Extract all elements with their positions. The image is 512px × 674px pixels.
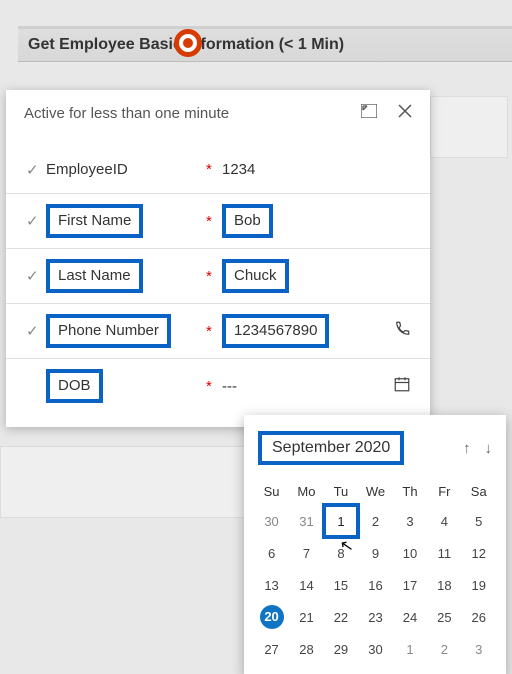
check-icon: ✓ [26,212,46,230]
day-cell[interactable]: 2 [427,633,461,665]
timeline-node-icon [174,29,202,57]
day-cell[interactable]: 21 [289,601,324,633]
day-cell[interactable]: 28 [289,633,324,665]
required-mark: * [206,161,222,178]
day-cell[interactable]: 25 [427,601,461,633]
field-label: DOB [46,369,103,403]
day-cell[interactable]: 18 [427,569,461,601]
day-cell[interactable]: 22 [324,601,358,633]
day-header: We [358,477,393,505]
day-cell[interactable]: 11 [427,537,461,569]
required-mark: * [206,323,222,340]
day-cell[interactable]: 6 [254,537,289,569]
day-cell[interactable]: 1 [393,633,427,665]
day-header: Mo [289,477,324,505]
day-cell[interactable]: 2 [358,505,393,537]
date-grid: SuMoTuWeThFrSa 3031123456789101112131415… [254,477,496,665]
day-cell[interactable]: 26 [462,601,496,633]
day-cell[interactable]: 8 [324,537,358,569]
close-icon[interactable] [394,104,416,122]
day-cell[interactable]: 15 [324,569,358,601]
day-cell[interactable]: 31 [289,505,324,537]
field-label: Phone Number [46,314,171,348]
status-text: Active for less than one minute [24,105,344,122]
day-cell[interactable]: 1 [324,505,358,537]
day-header: Su [254,477,289,505]
required-mark: * [206,378,222,395]
day-cell[interactable]: 13 [254,569,289,601]
check-icon: ✓ [26,161,46,179]
field-phone: ✓ Phone Number * 1234567890 [6,304,430,359]
required-mark: * [206,268,222,285]
field-label: EmployeeID [46,161,128,178]
day-cell[interactable]: 5 [462,505,496,537]
stage-header[interactable]: Get Employee Basic Information (< 1 Min) [18,29,512,62]
day-cell[interactable]: 10 [393,537,427,569]
dock-icon[interactable] [358,104,380,122]
field-value[interactable]: Bob [222,204,273,238]
day-cell[interactable]: 3 [393,505,427,537]
day-header: Tu [324,477,358,505]
day-header: Th [393,477,427,505]
flyout-panel: Active for less than one minute ✓ Employ… [6,90,430,427]
day-cell[interactable]: 27 [254,633,289,665]
date-picker: September 2020 ↑ ↓ SuMoTuWeThFrSa 303112… [244,415,506,674]
field-value[interactable]: --- [222,378,237,395]
check-icon: ✓ [26,267,46,285]
day-cell[interactable]: 19 [462,569,496,601]
next-month-icon[interactable]: ↓ [485,440,493,457]
phone-icon[interactable] [388,320,416,343]
field-employee-id: ✓ EmployeeID * 1234 [6,146,430,194]
day-cell[interactable]: 3 [462,633,496,665]
day-cell[interactable]: 16 [358,569,393,601]
day-cell[interactable]: 4 [427,505,461,537]
day-header: Fr [427,477,461,505]
day-cell[interactable]: 7 [289,537,324,569]
date-picker-month[interactable]: September 2020 [258,431,404,465]
field-dob: DOB * --- [6,359,430,413]
background-card [430,96,508,158]
day-cell[interactable]: 17 [393,569,427,601]
field-label: First Name [46,204,143,238]
field-value[interactable]: 1234567890 [222,314,329,348]
calendar-icon[interactable] [388,375,416,398]
day-cell[interactable]: 14 [289,569,324,601]
day-cell[interactable]: 29 [324,633,358,665]
field-label: Last Name [46,259,143,293]
prev-month-icon[interactable]: ↑ [463,440,471,457]
day-cell[interactable]: 9 [358,537,393,569]
background-card [0,446,246,518]
field-first-name: ✓ First Name * Bob [6,194,430,249]
day-header: Sa [462,477,496,505]
field-value[interactable]: 1234 [222,161,255,178]
required-mark: * [206,213,222,230]
day-cell[interactable]: 30 [254,505,289,537]
day-cell[interactable]: 20 [254,601,289,633]
day-cell[interactable]: 30 [358,633,393,665]
check-icon: ✓ [26,322,46,340]
day-cell[interactable]: 23 [358,601,393,633]
day-cell[interactable]: 24 [393,601,427,633]
day-cell[interactable]: 12 [462,537,496,569]
field-value[interactable]: Chuck [222,259,289,293]
field-last-name: ✓ Last Name * Chuck [6,249,430,304]
